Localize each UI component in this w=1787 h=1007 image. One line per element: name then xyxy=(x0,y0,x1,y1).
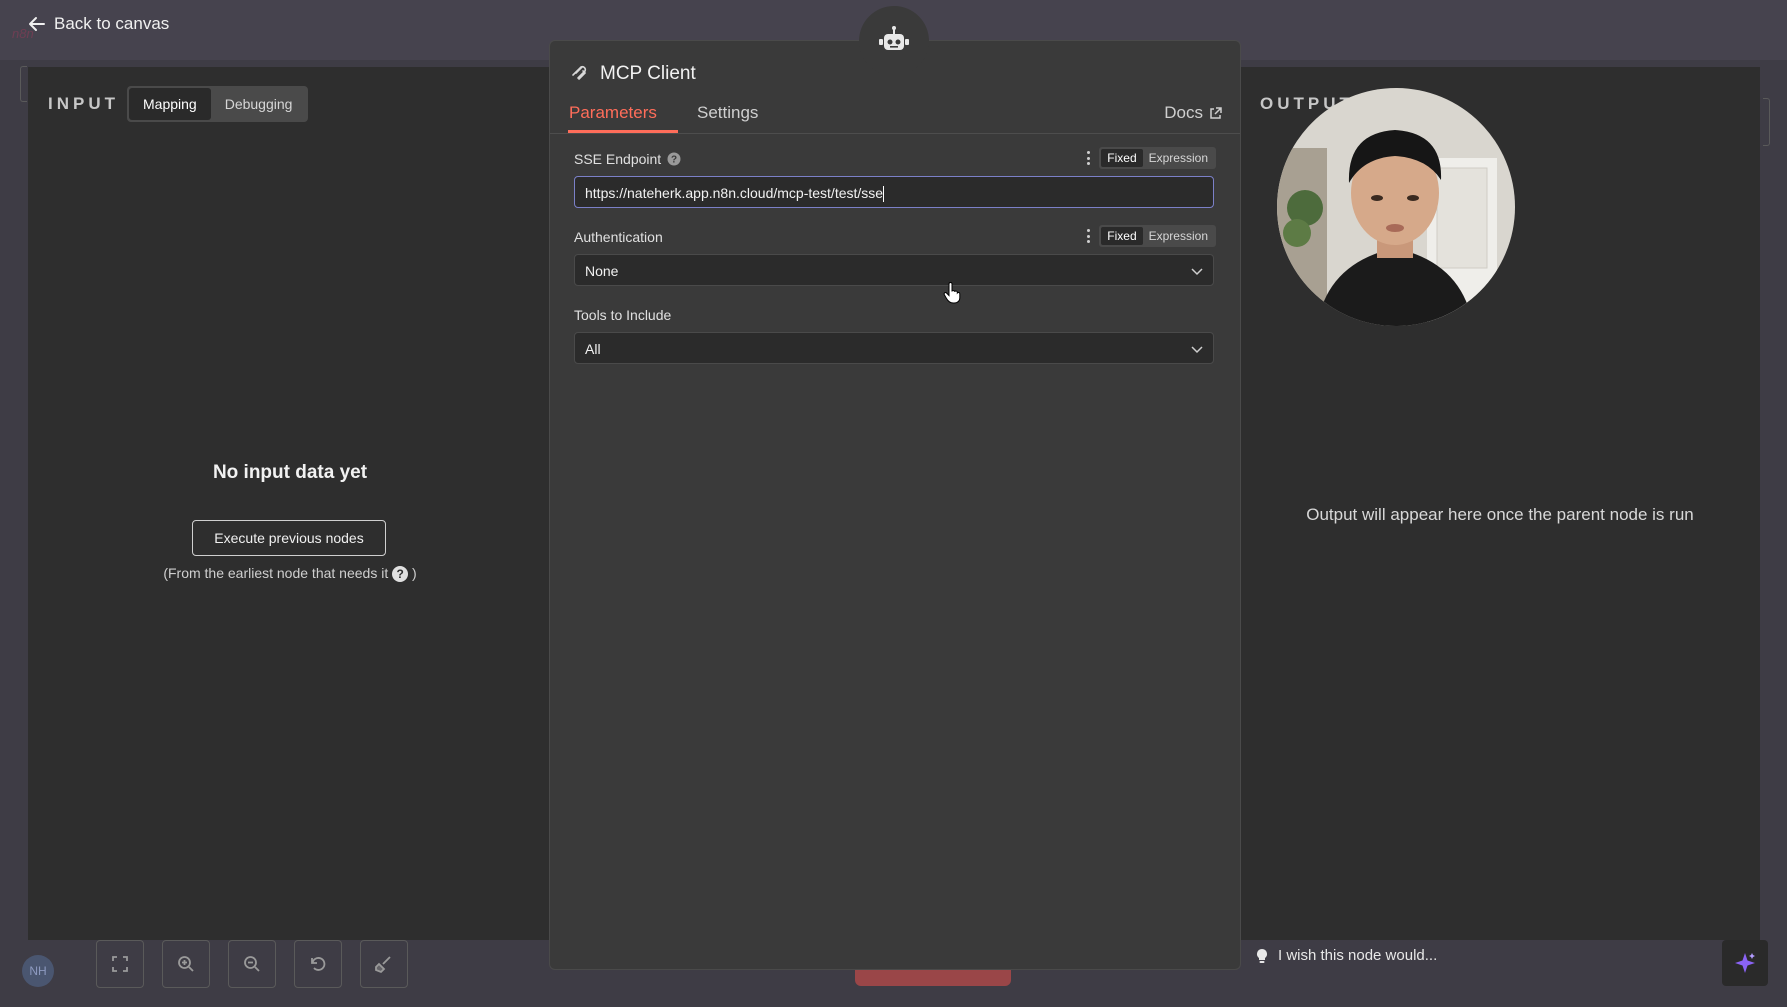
robot-icon xyxy=(879,26,909,50)
input-panel: INPUT Mapping Debugging No input data ye… xyxy=(28,67,552,940)
lightbulb-icon xyxy=(1257,948,1267,963)
undo-icon xyxy=(311,957,326,971)
authentication-value: None xyxy=(585,263,619,279)
no-input-title: No input data yet xyxy=(212,462,368,483)
right-panel-handle[interactable] xyxy=(1763,98,1770,146)
back-to-canvas-label: Back to canvas xyxy=(54,14,170,33)
tools-to-include-label-text: Tools to Include xyxy=(574,307,672,323)
zoom-out-icon xyxy=(244,956,260,972)
node-header: MCP Client xyxy=(570,63,696,85)
mapping-tab[interactable]: Mapping xyxy=(129,88,211,120)
docs-label: Docs xyxy=(1164,103,1203,122)
zoom-in-icon xyxy=(178,956,194,972)
input-mode-toggle: Mapping Debugging xyxy=(127,86,309,122)
fixed-mode-option[interactable]: Fixed xyxy=(1101,227,1143,245)
options-menu-icon[interactable] xyxy=(1087,229,1091,243)
execute-previous-nodes-button[interactable]: Execute previous nodes xyxy=(192,520,386,556)
sse-endpoint-label: SSE Endpoint ? xyxy=(574,151,681,167)
authentication-select[interactable]: None xyxy=(574,254,1214,286)
value-mode-toggle: Fixed Expression xyxy=(1099,147,1216,169)
authentication-label-text: Authentication xyxy=(574,229,663,245)
hand-pointer-icon xyxy=(943,282,961,304)
feedback-label: I wish this node would... xyxy=(1278,947,1438,964)
reset-zoom-button[interactable] xyxy=(294,940,342,988)
fixed-mode-option[interactable]: Fixed xyxy=(1101,149,1143,167)
sse-endpoint-tools: Fixed Expression xyxy=(1087,147,1216,169)
execute-note-text: (From the earliest node that needs it xyxy=(163,565,389,581)
zoom-in-button[interactable] xyxy=(162,940,210,988)
docs-link[interactable]: Docs xyxy=(1164,103,1222,123)
debugging-tab[interactable]: Debugging xyxy=(211,88,307,120)
back-to-canvas-button[interactable]: Back to canvas xyxy=(28,14,169,34)
execute-note-close: ) xyxy=(412,565,417,581)
node-type-badge xyxy=(859,6,929,76)
arrow-left-icon xyxy=(29,17,45,31)
fit-view-button[interactable] xyxy=(96,940,144,988)
active-tab-indicator xyxy=(568,130,678,133)
tools-to-include-value: All xyxy=(585,341,601,357)
expression-mode-option[interactable]: Expression xyxy=(1143,149,1214,167)
sparkle-icon xyxy=(1735,953,1755,973)
value-mode-toggle: Fixed Expression xyxy=(1099,225,1216,247)
node-title[interactable]: MCP Client xyxy=(600,63,696,85)
options-menu-icon[interactable] xyxy=(1087,151,1091,165)
tidy-up-button[interactable] xyxy=(360,940,408,988)
chevron-down-icon xyxy=(1191,346,1203,354)
broom-icon xyxy=(375,956,391,974)
execute-note: (From the earliest node that needs it ? … xyxy=(28,565,552,583)
external-link-icon xyxy=(1210,106,1222,119)
sse-endpoint-input[interactable]: https://nateherk.app.n8n.cloud/mcp-test/… xyxy=(574,176,1214,208)
sse-endpoint-value: https://nateherk.app.n8n.cloud/mcp-test/… xyxy=(585,185,884,201)
left-panel-handle[interactable] xyxy=(20,66,27,102)
node-details-view: MCP Client Parameters Settings Docs SSE … xyxy=(549,40,1241,970)
fullscreen-icon xyxy=(112,956,128,972)
input-panel-label: INPUT xyxy=(48,94,119,113)
zoom-out-button[interactable] xyxy=(228,940,276,988)
presenter-video-image xyxy=(1277,88,1515,326)
tools-to-include-label: Tools to Include xyxy=(574,307,671,323)
expression-mode-option[interactable]: Expression xyxy=(1143,227,1214,245)
text-caret xyxy=(883,186,885,203)
authentication-tools: Fixed Expression xyxy=(1087,225,1216,247)
feedback-link[interactable]: I wish this node would... xyxy=(1256,947,1437,964)
mcp-node-icon xyxy=(572,65,587,80)
node-tabs: Parameters Settings Docs xyxy=(550,99,1240,134)
chevron-down-icon xyxy=(1191,268,1203,276)
help-icon[interactable]: ? xyxy=(392,566,409,583)
tab-parameters[interactable]: Parameters xyxy=(569,103,657,123)
ai-assistant-button[interactable] xyxy=(1722,940,1768,986)
tools-to-include-select[interactable]: All xyxy=(574,332,1214,364)
svg-text:?: ? xyxy=(671,155,677,166)
help-icon[interactable]: ? xyxy=(667,152,681,166)
webcam-overlay xyxy=(1277,88,1515,326)
avatar[interactable]: NH xyxy=(22,955,54,987)
canvas-controls xyxy=(96,940,408,988)
sse-endpoint-label-text: SSE Endpoint xyxy=(574,151,662,167)
tab-settings[interactable]: Settings xyxy=(697,103,758,123)
authentication-label: Authentication xyxy=(574,229,663,245)
output-empty-message: Output will appear here once the parent … xyxy=(1306,505,1694,524)
